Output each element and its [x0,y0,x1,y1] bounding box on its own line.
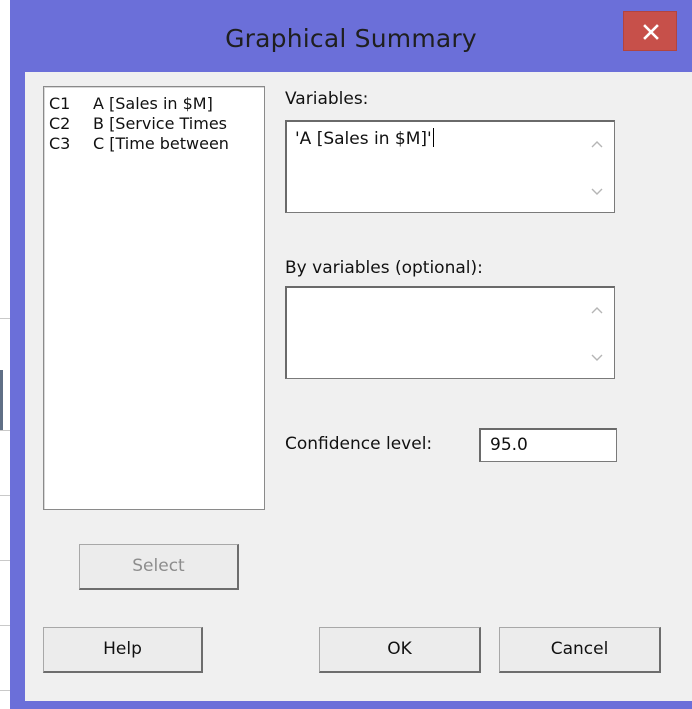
chevron-down-icon[interactable] [591,354,603,362]
column-id: C2 [49,114,71,133]
column-id: C1 [49,94,71,113]
worksheet-gridline [0,560,10,561]
graphical-summary-dialog: Graphical Summary C1 A [Sales in $M] C2 … [10,0,692,709]
variables-label: Variables: [285,89,369,109]
chevron-down-icon[interactable] [591,188,603,196]
columns-listbox[interactable]: C1 A [Sales in $M] C2 B [Service Times C… [43,86,265,510]
ok-button[interactable]: OK [319,627,481,673]
close-button[interactable] [623,11,677,51]
screen: Graphical Summary C1 A [Sales in $M] C2 … [0,0,692,709]
worksheet-gridline [0,690,10,691]
column-name: B [Service Times [93,114,228,133]
worksheet-gridline [0,430,10,431]
worksheet-scroll-fragment [0,370,3,430]
column-id: C3 [49,134,71,153]
chevron-up-icon[interactable] [591,306,603,314]
dialog-client-area: C1 A [Sales in $M] C2 B [Service Times C… [25,72,692,701]
text-cursor [432,128,434,147]
dialog-title: Graphical Summary [225,24,477,53]
variables-value-wrap: 'A [Sales in $M]' [295,128,434,149]
column-name: C [Time between [93,134,229,153]
confidence-level-input[interactable]: 95.0 [479,428,617,462]
by-variables-label: By variables (optional): [285,258,483,278]
confidence-level-label: Confidence level: [285,434,433,454]
help-button[interactable]: Help [43,627,203,673]
worksheet-gridline [0,318,10,319]
worksheet-gridline [0,625,10,626]
chevron-up-icon[interactable] [591,140,603,148]
column-name: A [Sales in $M] [93,94,213,113]
cancel-button[interactable]: Cancel [499,627,661,673]
by-variables-field[interactable] [285,286,615,379]
worksheet-gridline [0,495,10,496]
variables-field[interactable]: 'A [Sales in $M]' [285,120,615,213]
select-button[interactable]: Select [79,544,239,590]
variables-value: 'A [Sales in $M]' [295,129,432,149]
close-icon [643,24,659,40]
